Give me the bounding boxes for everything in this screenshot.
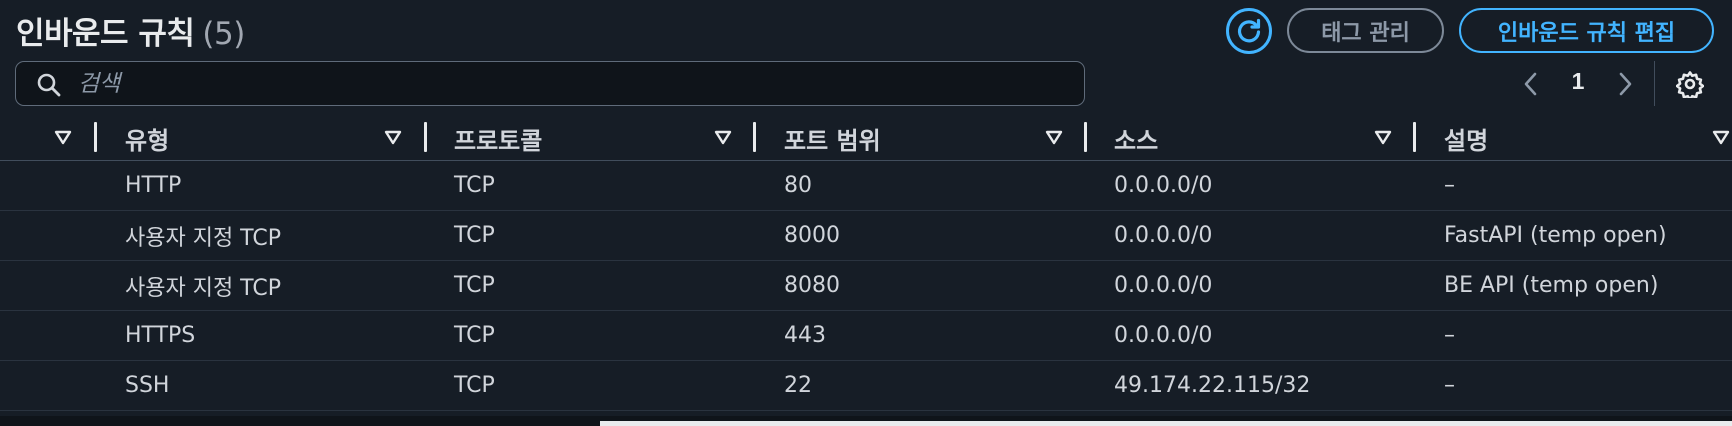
table-row[interactable]: 사용자 지정 TCP TCP 8080 0.0.0.0/0 BE API (te… xyxy=(0,261,1732,311)
search-icon xyxy=(37,73,61,97)
cell-description: – xyxy=(1444,323,1455,348)
scrollbar-thumb[interactable] xyxy=(600,421,1732,426)
table-row[interactable]: HTTPS TCP 443 0.0.0.0/0 – xyxy=(0,311,1732,361)
column-header-type[interactable]: 유형 xyxy=(125,115,169,161)
sort-triangle-icon[interactable] xyxy=(714,129,732,147)
cell-type: 사용자 지정 TCP xyxy=(125,275,281,301)
column-resizer[interactable] xyxy=(1084,122,1087,152)
sort-triangle-icon[interactable] xyxy=(1374,129,1392,147)
page-number[interactable]: 1 xyxy=(1567,68,1589,95)
cell-protocol: TCP xyxy=(454,273,495,298)
cell-port-range: 80 xyxy=(784,173,812,198)
toolbar-divider xyxy=(1654,61,1655,106)
cell-port-range: 443 xyxy=(784,323,826,348)
title-text: 인바운드 규칙 xyxy=(16,16,195,52)
cell-source: 49.174.22.115/32 xyxy=(1114,373,1311,398)
cell-type: 사용자 지정 TCP xyxy=(125,225,281,251)
column-header-protocol[interactable]: 프로토콜 xyxy=(454,115,542,161)
gear-icon[interactable] xyxy=(1676,70,1704,98)
column-header-source[interactable]: 소스 xyxy=(1114,115,1158,161)
sort-triangle-icon[interactable] xyxy=(1712,129,1730,147)
table-row[interactable]: 사용자 지정 TCP TCP 8000 0.0.0.0/0 FastAPI (t… xyxy=(0,211,1732,261)
search-box xyxy=(15,61,1085,106)
cell-description: BE API (temp open) xyxy=(1444,273,1659,298)
cell-protocol: TCP xyxy=(454,173,495,198)
panel-header: 인바운드 규칙 (5) 태그 관리 인바운드 규칙 편집 xyxy=(0,0,1732,58)
rule-count: (5) xyxy=(202,16,245,52)
cell-type: SSH xyxy=(125,373,170,398)
cell-protocol: TCP xyxy=(454,323,495,348)
sort-triangle-icon[interactable] xyxy=(54,129,72,147)
cell-source: 0.0.0.0/0 xyxy=(1114,323,1213,348)
sort-triangle-icon[interactable] xyxy=(1045,129,1063,147)
cell-source: 0.0.0.0/0 xyxy=(1114,173,1213,198)
cell-type: HTTP xyxy=(125,173,182,198)
cell-source: 0.0.0.0/0 xyxy=(1114,223,1213,248)
manage-tags-button[interactable]: 태그 관리 xyxy=(1287,8,1444,53)
column-header-port-range[interactable]: 포트 범위 xyxy=(784,115,881,161)
cell-protocol: TCP xyxy=(454,373,495,398)
column-resizer[interactable] xyxy=(753,122,756,152)
table-row[interactable]: HTTP TCP 80 0.0.0.0/0 – xyxy=(0,161,1732,211)
page-title: 인바운드 규칙 (5) xyxy=(16,8,245,53)
cell-description: – xyxy=(1444,173,1455,198)
search-input[interactable] xyxy=(78,67,1058,100)
cell-protocol: TCP xyxy=(454,223,495,248)
chevron-left-icon[interactable] xyxy=(1520,70,1542,98)
sort-triangle-icon[interactable] xyxy=(384,129,402,147)
cell-port-range: 22 xyxy=(784,373,812,398)
column-header-description[interactable]: 설명 xyxy=(1444,115,1488,161)
table-row[interactable]: SSH TCP 22 49.174.22.115/32 – xyxy=(0,361,1732,411)
cell-description: FastAPI (temp open) xyxy=(1444,223,1667,248)
column-resizer[interactable] xyxy=(1413,122,1416,152)
column-resizer[interactable] xyxy=(94,122,97,152)
column-resizer[interactable] xyxy=(424,122,427,152)
edit-inbound-rules-button[interactable]: 인바운드 규칙 편집 xyxy=(1459,8,1714,53)
cell-port-range: 8080 xyxy=(784,273,840,298)
refresh-icon xyxy=(1237,18,1261,43)
horizontal-scrollbar[interactable] xyxy=(0,416,1732,426)
table-header: 유형 프로토콜 포트 범위 소스 설명 xyxy=(0,115,1732,161)
cell-type: HTTPS xyxy=(125,323,196,348)
chevron-right-icon[interactable] xyxy=(1614,70,1636,98)
cell-description: – xyxy=(1444,373,1455,398)
cell-source: 0.0.0.0/0 xyxy=(1114,273,1213,298)
cell-port-range: 8000 xyxy=(784,223,840,248)
refresh-button[interactable] xyxy=(1226,8,1272,54)
